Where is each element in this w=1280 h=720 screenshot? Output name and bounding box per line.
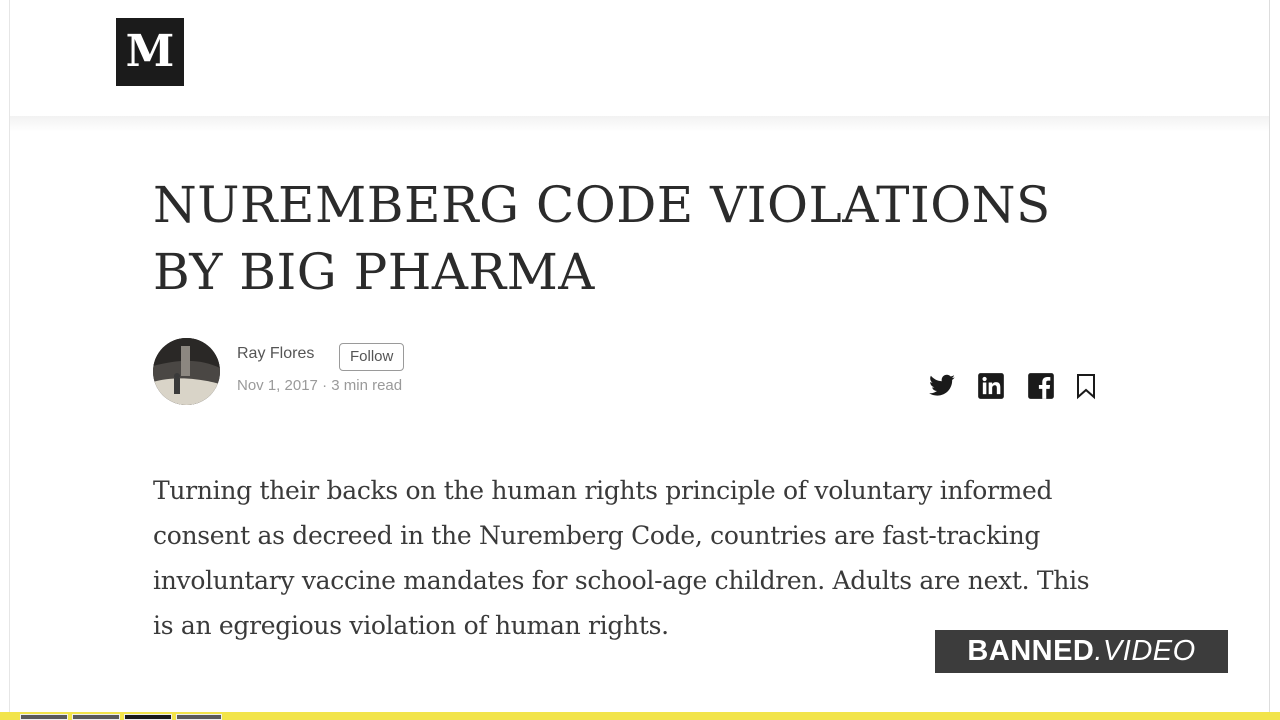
meta-separator: · [322, 377, 328, 394]
banned-video-watermark: BANNED.VIDEO [935, 630, 1228, 673]
read-time: 3 min read [331, 377, 403, 394]
avatar-photo [153, 338, 220, 405]
publish-date: Nov 1, 2017 [237, 377, 318, 394]
watermark-part1: BANNED [967, 635, 1095, 667]
facebook-icon[interactable] [1027, 372, 1055, 400]
thumbnail-3[interactable] [124, 714, 172, 720]
frame-right-edge [1269, 0, 1280, 712]
site-header [10, 0, 1269, 118]
author-avatar[interactable] [153, 338, 220, 405]
thumbnail-1[interactable] [20, 714, 68, 720]
frame-left-edge [0, 0, 10, 712]
medium-logo[interactable]: M [116, 18, 184, 86]
article-body: Turning their backs on the human rights … [153, 476, 1090, 640]
follow-button[interactable]: Follow [339, 343, 405, 371]
twitter-icon[interactable] [927, 372, 957, 400]
article-title: NUREMBERG CODE VIOLATIONS BY BIG PHARMA [153, 176, 1051, 301]
thumbnail-2[interactable] [72, 714, 120, 720]
header-divider [10, 116, 1269, 132]
author-name-link[interactable]: Ray Flores [237, 345, 314, 363]
article-meta: Nov 1, 2017 · 3 min read [237, 377, 402, 394]
thumbnail-4[interactable] [176, 714, 222, 720]
watermark-part2: .VIDEO [1094, 635, 1196, 667]
linkedin-icon[interactable] [977, 372, 1005, 400]
bookmark-icon[interactable] [1075, 372, 1097, 400]
